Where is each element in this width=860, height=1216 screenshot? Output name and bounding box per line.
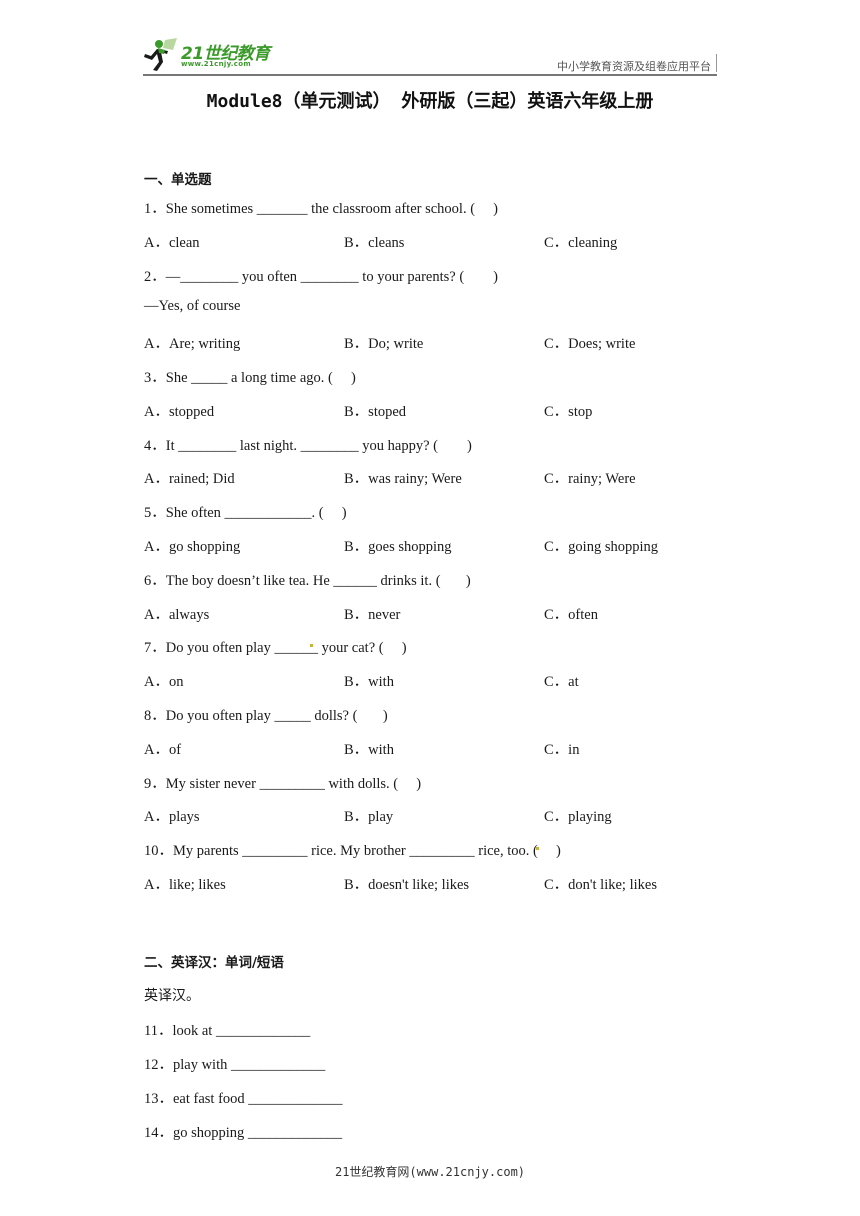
answer-option: A．stopped: [144, 404, 215, 420]
answer-option: C．rainy; Were: [544, 471, 636, 487]
question-stem: 6．The boy doesn’t like tea. He ______ dr…: [144, 573, 471, 589]
answer-option: B．with: [344, 742, 394, 758]
answer-option: A．on: [144, 674, 184, 690]
answer-option: A．plays: [144, 809, 200, 825]
question-extra: —Yes, of course: [144, 298, 241, 314]
runner-logo-icon: [144, 38, 177, 71]
section-heading: 二、英译汉：单词/短语: [144, 955, 284, 971]
site-logo: 21世纪教育 www.21cnjy.com: [143, 36, 283, 72]
stray-mark: [310, 644, 313, 647]
translation-item: 11．look at _____________: [144, 1023, 311, 1039]
answer-option: B．goes shopping: [344, 539, 452, 555]
document-title: Module8（单元测试） 外研版（三起）英语六年级上册: [206, 91, 654, 112]
answer-option: C．Does; write: [544, 336, 636, 352]
answer-option: B．stoped: [344, 404, 407, 420]
answer-option: B．doesn't like; likes: [344, 877, 470, 893]
answer-option: A．like; likes: [144, 877, 226, 893]
page-header: 21世纪教育 www.21cnjy.com 中小学教育资源及组卷应用平台: [143, 36, 717, 76]
header-rule: [143, 74, 717, 76]
question-stem: 8．Do you often play _____ dolls? ( ): [144, 708, 388, 724]
answer-option: B．with: [344, 674, 394, 690]
page-footer: 21世纪教育网(www.21cnjy.com): [334, 1165, 526, 1179]
answer-option: C．at: [544, 674, 579, 690]
question-stem: 2．—________ you often ________ to your p…: [144, 269, 498, 285]
answer-option: C．playing: [544, 809, 612, 825]
translation-item: 13．eat fast food _____________: [144, 1091, 343, 1107]
question-stem: 5．She often ____________. ( ): [144, 505, 347, 521]
answer-option: A．always: [144, 607, 210, 623]
answer-option: A．go shopping: [144, 539, 241, 555]
question-stem: 3．She _____ a long time ago. ( ): [144, 370, 356, 386]
section-heading: 一、单选题: [144, 172, 212, 188]
question-stem: 4．It ________ last night. ________ you h…: [144, 438, 472, 454]
answer-option: B．was rainy; Were: [344, 471, 462, 487]
answer-option: A．rained; Did: [144, 471, 235, 487]
header-divider: [716, 54, 717, 72]
question-stem: 10．My parents _________ rice. My brother…: [144, 843, 561, 859]
answer-option: A．of: [144, 742, 182, 758]
answer-option: C．often: [544, 607, 598, 623]
question-stem: 9．My sister never _________ with dolls. …: [144, 776, 422, 792]
translation-item: 14．go shopping _____________: [144, 1125, 343, 1141]
answer-option: B．never: [344, 607, 401, 623]
answer-option: C．don't like; likes: [544, 877, 657, 893]
section-instruction: 英译汉。: [144, 988, 200, 1004]
answer-option: C．going shopping: [544, 539, 658, 555]
answer-option: C．stop: [544, 404, 593, 420]
stray-mark: [536, 847, 539, 850]
answer-option: C．in: [544, 742, 580, 758]
answer-option: C．cleaning: [544, 235, 618, 251]
platform-tagline: 中小学教育资源及组卷应用平台: [557, 60, 711, 73]
answer-option: B．cleans: [344, 235, 405, 251]
logo-url: www.21cnjy.com: [181, 60, 251, 68]
answer-option: A．clean: [144, 235, 200, 251]
question-stem: 7．Do you often play ______ your cat? ( ): [144, 640, 407, 656]
translation-item: 12．play with _____________: [144, 1057, 326, 1073]
question-stem: 1．She sometimes _______ the classroom af…: [144, 201, 498, 217]
answer-option: B．Do; write: [344, 336, 424, 352]
answer-option: B．play: [344, 809, 394, 825]
answer-option: A．Are; writing: [144, 336, 241, 352]
